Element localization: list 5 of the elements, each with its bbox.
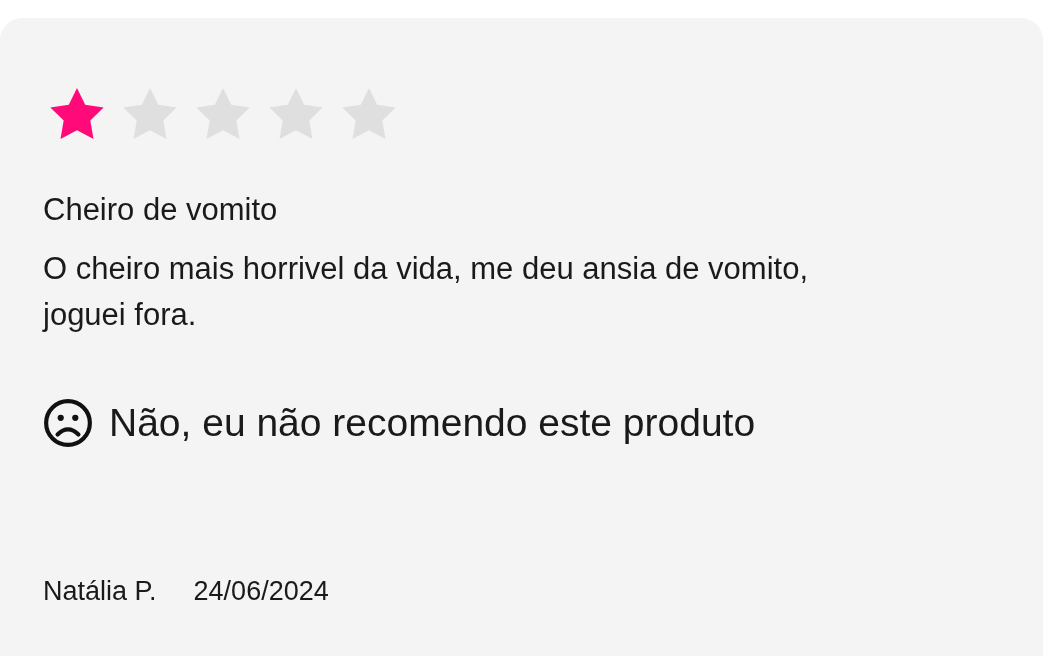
review-date: 24/06/2024 <box>193 576 329 607</box>
review-title: Cheiro de vomito <box>43 191 279 229</box>
author-name: Natália P. <box>43 576 157 607</box>
recommendation-text: Não, eu não recomendo este produto <box>109 401 756 445</box>
review-text: O cheiro mais horrivel da vida, me deu ansia de vomito, joguei fora. <box>43 250 810 334</box>
